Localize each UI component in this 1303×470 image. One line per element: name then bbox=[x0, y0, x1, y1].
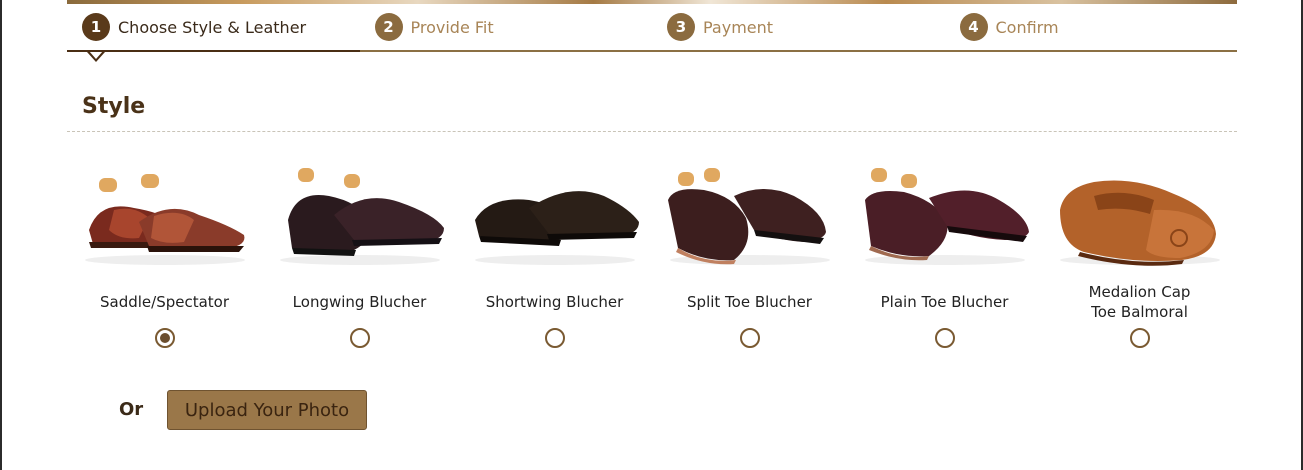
style-name: Saddle/Spectator bbox=[99, 293, 230, 311]
style-option-medalion-cap-toe-balmoral[interactable]: Medalion Cap Toe Balmoral bbox=[1042, 160, 1237, 348]
step-label: Choose Style & Leather bbox=[118, 17, 307, 37]
style-radio[interactable] bbox=[739, 328, 760, 348]
style-option-longwing-blucher[interactable]: Longwing Blucher bbox=[262, 160, 457, 348]
style-name: Medalion Cap Toe Balmoral bbox=[1088, 283, 1191, 321]
shortwing-shoe-image bbox=[474, 191, 639, 265]
radio-dot-icon bbox=[159, 333, 170, 343]
style-radio[interactable] bbox=[349, 328, 370, 348]
checkout-steps: 1 Choose Style & Leather 2 Provide Fit 3… bbox=[67, 4, 1238, 62]
step-label: Confirm bbox=[995, 17, 1059, 37]
style-radio[interactable] bbox=[934, 328, 955, 348]
step-number: 3 bbox=[667, 13, 695, 41]
active-step-pointer-icon bbox=[87, 51, 105, 62]
style-option-shortwing-blucher[interactable]: Shortwing Blucher bbox=[457, 160, 652, 348]
style-name: Shortwing Blucher bbox=[485, 293, 624, 311]
plain-toe-shoe-image bbox=[864, 168, 1029, 265]
step-confirm[interactable]: 4 Confirm bbox=[945, 4, 1238, 50]
style-option-split-toe-blucher[interactable]: Split Toe Blucher bbox=[652, 160, 847, 348]
style-option-saddle-spectator[interactable]: Saddle/Spectator bbox=[67, 160, 262, 348]
step-choose-style[interactable]: 1 Choose Style & Leather bbox=[67, 4, 360, 62]
section-title: Style bbox=[82, 94, 146, 119]
style-radio[interactable] bbox=[1129, 328, 1150, 348]
step-number: 1 bbox=[82, 13, 110, 41]
window-frame-left bbox=[0, 0, 2, 470]
step-number: 4 bbox=[959, 13, 988, 41]
split-toe-shoe-image bbox=[667, 168, 830, 265]
step-payment[interactable]: 3 Payment bbox=[652, 4, 945, 50]
style-name: Longwing Blucher bbox=[292, 293, 427, 311]
style-radio[interactable] bbox=[544, 328, 565, 348]
longwing-shoe-image bbox=[279, 168, 444, 265]
style-name: Plain Toe Blucher bbox=[880, 293, 1009, 311]
saddle-shoe-image bbox=[84, 174, 245, 265]
section-divider bbox=[67, 131, 1237, 132]
style-name: Split Toe Blucher bbox=[687, 293, 812, 311]
step-number: 2 bbox=[374, 13, 403, 41]
or-label: Or bbox=[119, 399, 144, 420]
step-label: Provide Fit bbox=[410, 17, 494, 37]
style-option-plain-toe-blucher[interactable]: Plain Toe Blucher bbox=[847, 160, 1042, 348]
cap-toe-shoe-image bbox=[1059, 180, 1220, 266]
upload-photo-button[interactable]: Upload Your Photo bbox=[167, 390, 367, 430]
step-provide-fit[interactable]: 2 Provide Fit bbox=[360, 4, 653, 50]
style-options: Saddle/Spectator Longwing Blucher Shortw… bbox=[67, 160, 1237, 348]
style-radio-selected[interactable] bbox=[154, 328, 175, 348]
step-label: Payment bbox=[703, 17, 774, 37]
